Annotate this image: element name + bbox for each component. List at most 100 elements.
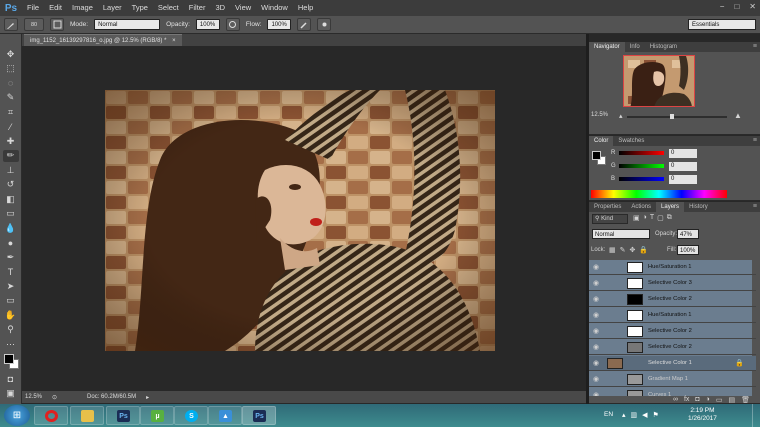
add-style-icon[interactable]: fx [684, 396, 689, 403]
lasso-tool-icon[interactable]: ◌ [3, 77, 19, 90]
visibility-eye-icon[interactable]: ◉ [589, 375, 603, 383]
volume-icon[interactable]: ◀ [642, 411, 647, 419]
b-slider[interactable] [619, 177, 664, 181]
type-tool-icon[interactable]: T [3, 266, 19, 279]
tab-properties[interactable]: Properties [589, 202, 626, 212]
taskbar-photoshop-active[interactable]: Ps [242, 406, 276, 425]
navigator-zoom-knob[interactable] [670, 114, 675, 119]
b-value-input[interactable]: 0 [669, 175, 697, 184]
taskbar-explorer[interactable] [70, 406, 104, 425]
layer-row[interactable]: ◉ Selective Color 2 [589, 324, 756, 339]
document-tab[interactable]: img_1152_16139297816_o.jpg @ 12.5% (RGB/… [24, 34, 182, 46]
r-slider[interactable] [619, 151, 664, 155]
fill-input[interactable]: 100% [677, 245, 699, 255]
menu-type[interactable]: Type [127, 0, 153, 16]
history-brush-tool-icon[interactable]: ↺ [3, 179, 19, 192]
layer-kind-filter[interactable]: ⚲ Kind [592, 214, 628, 224]
menu-file[interactable]: File [22, 0, 44, 16]
add-mask-icon[interactable]: ◘ [695, 396, 699, 403]
r-value-input[interactable]: 0 [669, 149, 697, 158]
color-spectrum-ramp[interactable] [591, 190, 727, 198]
tray-arrow-icon[interactable]: ▴ [622, 411, 626, 419]
show-desktop-button[interactable] [752, 404, 760, 427]
tab-info[interactable]: Info [625, 42, 645, 52]
visibility-eye-icon[interactable]: ◉ [589, 359, 603, 367]
new-group-icon[interactable]: ▭ [716, 396, 723, 403]
workspace-select[interactable]: Essentials [688, 19, 756, 30]
g-slider[interactable] [619, 164, 664, 168]
filter-shape-icon[interactable]: ▢ [657, 214, 664, 222]
layer-row[interactable]: ◉ Hue/Saturation 1 [589, 260, 756, 275]
visibility-eye-icon[interactable]: ◉ [589, 263, 603, 271]
move-tool-icon[interactable]: ✥ [3, 48, 19, 61]
language-indicator[interactable]: EN [604, 411, 613, 418]
mode-select[interactable]: Normal [94, 19, 161, 30]
crop-tool-icon[interactable]: ⌗ [3, 106, 19, 119]
navigator-thumbnail[interactable] [623, 55, 695, 107]
color-panel-menu-icon[interactable]: ≡ [753, 136, 757, 146]
start-button[interactable]: ⊞ [4, 405, 30, 426]
visibility-eye-icon[interactable]: ◉ [589, 343, 603, 351]
filter-adjustment-icon[interactable]: ◑ [643, 214, 647, 222]
maximize-button[interactable]: □ [734, 2, 739, 11]
healing-brush-tool-icon[interactable]: ✚ [3, 135, 19, 148]
taskbar-photo-viewer[interactable]: ▲ [208, 406, 242, 425]
foreground-color-swatch[interactable] [3, 353, 14, 364]
clone-stamp-tool-icon[interactable]: ⊥ [3, 164, 19, 177]
tab-histogram[interactable]: Histogram [645, 42, 682, 52]
blur-tool-icon[interactable]: 💧 [3, 222, 19, 235]
brush-preset-button[interactable] [4, 18, 18, 31]
menu-select[interactable]: Select [153, 0, 184, 16]
color-foreground-swatch[interactable] [592, 151, 601, 160]
menu-view[interactable]: View [230, 0, 256, 16]
menu-edit[interactable]: Edit [44, 0, 67, 16]
delete-layer-icon[interactable]: 🗑 [741, 396, 750, 403]
close-button[interactable]: ✕ [749, 2, 756, 11]
brush-panel-toggle[interactable] [50, 18, 64, 31]
gradient-tool-icon[interactable]: ▭ [3, 208, 19, 221]
lock-position-icon[interactable]: ✥ [630, 246, 636, 254]
layer-row[interactable]: ◉ Selective Color 1 🔒 [589, 356, 756, 371]
tab-swatches[interactable]: Swatches [613, 136, 649, 146]
tab-navigator[interactable]: Navigator [589, 42, 625, 52]
taskbar-skype[interactable]: S [174, 406, 208, 425]
pressure-opacity-toggle[interactable] [225, 18, 240, 31]
filter-pixel-icon[interactable]: ▣ [633, 214, 640, 222]
zoom-out-icon[interactable]: ▴ [619, 112, 623, 120]
tab-actions[interactable]: Actions [626, 202, 656, 212]
lock-transparent-icon[interactable]: ▦ [609, 246, 616, 254]
status-zoom[interactable]: 12.5% [25, 394, 42, 400]
status-info-icon[interactable]: ⊙ [52, 394, 57, 401]
path-selection-tool-icon[interactable]: ➤ [3, 280, 19, 293]
flag-icon[interactable]: ⚑ [653, 411, 659, 419]
pen-tool-icon[interactable]: ✒ [3, 251, 19, 264]
status-arrow-icon[interactable]: ▸ [146, 394, 149, 401]
menu-3d[interactable]: 3D [210, 0, 230, 16]
color-swatches[interactable] [3, 353, 19, 371]
menu-help[interactable]: Help [293, 0, 318, 16]
quick-mask-icon[interactable]: ◘ [3, 373, 19, 386]
hand-tool-icon[interactable]: ✋ [3, 309, 19, 322]
menu-layer[interactable]: Layer [98, 0, 127, 16]
layer-opacity-input[interactable]: 47% [677, 229, 699, 239]
layer-row[interactable]: ◉ Selective Color 3 [589, 276, 756, 291]
network-icon[interactable]: ▥ [631, 411, 638, 419]
layer-row[interactable]: ◉ Hue/Saturation 1 [589, 308, 756, 323]
g-value-input[interactable]: 0 [669, 162, 697, 171]
new-adjustment-icon[interactable]: ◑ [706, 396, 710, 403]
filter-smart-object-icon[interactable]: ⧉ [667, 214, 672, 222]
quick-select-tool-icon[interactable]: ✎ [3, 92, 19, 105]
link-layers-icon[interactable]: ∞ [673, 396, 678, 403]
menu-window[interactable]: Window [256, 0, 293, 16]
zoom-in-icon[interactable]: ▲ [734, 111, 742, 120]
brush-tool-icon[interactable]: ✏ [2, 149, 19, 162]
airbrush-toggle[interactable] [297, 18, 312, 31]
lock-pixels-icon[interactable]: ✎ [620, 246, 626, 254]
layer-row[interactable]: ◉ Selective Color 2 [589, 292, 756, 307]
visibility-eye-icon[interactable]: ◉ [589, 311, 603, 319]
layer-row[interactable]: ◉ Gradient Map 1 [589, 372, 756, 387]
dodge-tool-icon[interactable]: ● [3, 237, 19, 250]
eyedropper-tool-icon[interactable]: ⁄ [3, 121, 19, 134]
marquee-tool-icon[interactable]: ⬚ [3, 63, 19, 76]
screen-mode-icon[interactable]: ▣ [3, 387, 19, 400]
